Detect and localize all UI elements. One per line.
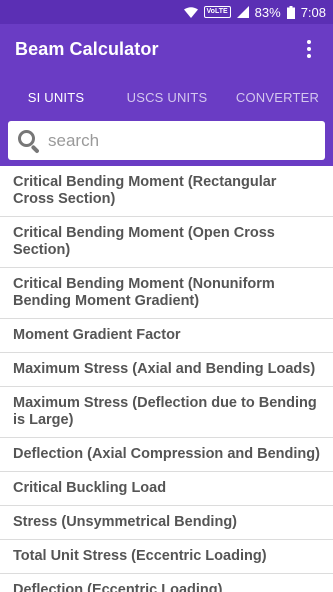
list-item[interactable]: Deflection (Axial Compression and Bendin… [0,438,333,472]
list-item[interactable]: Critical Bending Moment (Rectangular Cro… [0,166,333,217]
list-item[interactable]: Stress (Unsymmetrical Bending) [0,506,333,540]
list-item[interactable]: Critical Buckling Load [0,472,333,506]
search-input[interactable] [48,130,298,151]
volte-badge: VoLTE [203,6,231,18]
cell-signal-icon [236,6,249,18]
battery-percent: 83% [254,4,281,20]
list-item[interactable]: Critical Bending Moment (Nonuniform Bend… [0,268,333,319]
search-container [0,120,333,166]
formula-list: Critical Bending Moment (Rectangular Cro… [0,166,333,592]
list-item[interactable]: Maximum Stress (Deflection due to Bendin… [0,387,333,438]
list-item[interactable]: Maximum Stress (Axial and Bending Loads) [0,353,333,387]
tab-bar: SI UNITS USCS UNITS CONVERTER [0,74,333,120]
status-bar: VoLTE 83% 7:08 [0,0,333,24]
app-bar: Beam Calculator [0,24,333,74]
list-item[interactable]: Deflection (Eccentric Loading) [0,574,333,592]
list-item[interactable]: Total Unit Stress (Eccentric Loading) [0,540,333,574]
tab-converter[interactable]: CONVERTER [222,74,333,120]
clock: 7:08 [300,4,326,20]
more-vert-icon[interactable] [297,37,321,61]
battery-icon [286,5,295,19]
search-box[interactable] [8,121,325,160]
tab-si-units[interactable]: SI UNITS [0,74,112,120]
search-icon [16,128,42,154]
list-item[interactable]: Critical Bending Moment (Open Cross Sect… [0,217,333,268]
tab-uscs-units[interactable]: USCS UNITS [112,74,222,120]
wifi-icon [183,6,198,18]
list-item[interactable]: Moment Gradient Factor [0,319,333,353]
app-title: Beam Calculator [15,38,159,59]
